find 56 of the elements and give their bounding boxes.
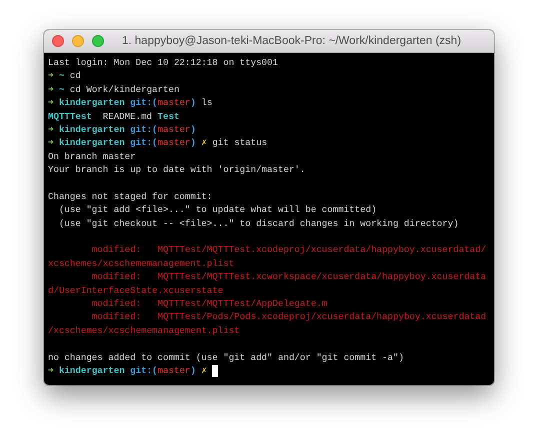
zoom-button[interactable] (92, 35, 104, 47)
prompt-arrow: ➜ (48, 122, 54, 136)
file-path: xcschemes/xcschememanagement.plist (48, 256, 234, 270)
window-title: 1. happyboy@Jason-teki-MacBook-Pro: ~/Work/kindergarten (zsh) (122, 35, 462, 47)
output-text: On branch master (48, 150, 136, 164)
directory-name: ~ (58, 82, 64, 96)
text-cursor (212, 364, 218, 377)
git-label: ) (190, 96, 196, 110)
branch-name: master (158, 122, 190, 136)
directory-name: kindergarten (58, 136, 125, 150)
git-label: ) (190, 122, 196, 136)
output-text: cd (70, 69, 81, 83)
file-path: MQTTTest/MQTTTest.xcodeproj/xcuserdata/happyboy.xcuserdatad/ (158, 243, 486, 257)
dirty-mark: ✗ (201, 136, 207, 150)
branch-name: master (158, 364, 190, 378)
folder-name: MQTTTest (48, 110, 92, 123)
branch-name: master (158, 136, 190, 150)
hint-text: (use "git checkout -- <file>..." to discard changes in working directory) (58, 216, 459, 230)
git-label: git:( (130, 122, 158, 136)
close-button[interactable] (52, 35, 64, 47)
output-text: no changes added to commit (use "git add" and/or "git commit -a") (48, 350, 404, 364)
file-path: MQTTTest/Pods/Pods.xcodeproj/xcuserdata/happyboy.xcuserdatad (158, 310, 486, 324)
git-label: git:( (130, 136, 158, 150)
minimize-button[interactable] (72, 35, 84, 47)
file-path: /xcschemes/xcschememanagement.plist (48, 324, 240, 338)
git-label: git:( (130, 96, 158, 110)
file-path: MQTTTest/MQTTTest.xcworkspace/xcuserdata/happyboy.xcuserdata (158, 270, 486, 284)
prompt-arrow: ➜ (48, 69, 54, 83)
status-label: modified: (92, 243, 142, 257)
file-path: MQTTTest/MQTTTest/AppDelegate.m (158, 297, 328, 310)
branch-name: master (158, 96, 190, 110)
folder-name: Test (158, 110, 180, 123)
prompt-arrow: ➜ (48, 96, 54, 110)
output-text: Last login: Mon Dec 10 22:12:18 on ttys001 (48, 56, 278, 70)
file-name: README.md (102, 110, 152, 123)
output-text: ls (201, 96, 212, 110)
output-text: cd Work/kindergarten (70, 82, 180, 96)
output-text: Your branch is up to date with 'origin/master'. (48, 163, 306, 177)
git-label: ) (190, 136, 196, 150)
directory-name: ~ (58, 69, 64, 83)
file-path: d/UserInterfaceState.xcuserstate (48, 284, 224, 298)
prompt-arrow: ➜ (48, 82, 54, 96)
status-label: modified: (92, 310, 142, 324)
prompt-arrow: ➜ (48, 136, 54, 150)
dirty-mark: ✗ (201, 364, 207, 378)
directory-name: kindergarten (58, 122, 125, 136)
status-label: modified: (92, 297, 142, 310)
output-text: Changes not staged for commit: (48, 190, 212, 204)
hint-text: (use "git add <file>..." to update what will be committed) (58, 203, 377, 217)
directory-name: kindergarten (58, 364, 125, 378)
prompt-arrow: ➜ (48, 364, 54, 378)
status-label: modified: (92, 270, 142, 284)
output-text: git status (212, 136, 268, 150)
git-label: ) (190, 364, 196, 378)
directory-name: kindergarten (58, 96, 125, 110)
git-label: git:( (130, 364, 158, 378)
